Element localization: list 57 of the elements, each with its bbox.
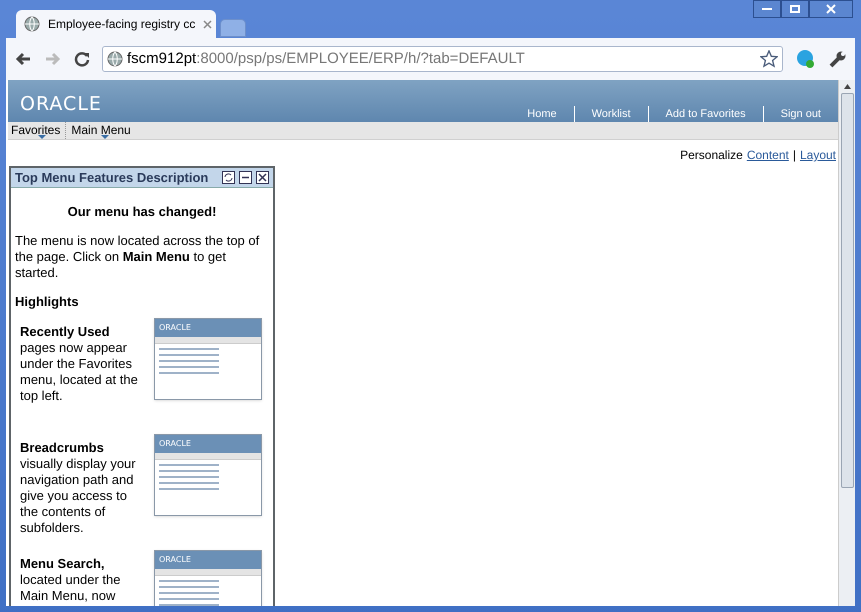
maximize-button[interactable] xyxy=(781,0,809,18)
text-line xyxy=(159,580,219,582)
thumbnail-logo: ORACLE xyxy=(159,438,191,450)
caret-icon[interactable] xyxy=(101,135,110,139)
link-separator: | xyxy=(792,147,796,164)
text-line xyxy=(159,470,219,472)
close-icon xyxy=(826,4,836,14)
pagelet-title: Top Menu Features Description xyxy=(15,168,208,187)
highlights-heading: Highlights xyxy=(15,294,80,310)
menu-item[interactable]: Favorites xyxy=(11,122,66,139)
tab-title: Employee-facing registry cc xyxy=(48,16,196,33)
address-bar[interactable]: fscm912pt:8000/psp/ps/EMPLOYEE/ERP/h/?tab=DEFAULT xyxy=(102,46,783,72)
text-line xyxy=(159,372,219,374)
text-line xyxy=(159,366,219,368)
personalize-link[interactable]: Layout xyxy=(800,146,836,164)
highlight-text: pages now appear under the Favorites menu, located at the top left. xyxy=(20,340,139,404)
text-line xyxy=(159,592,219,594)
text-line xyxy=(159,598,219,600)
text-line xyxy=(159,476,219,478)
reload-icon[interactable] xyxy=(74,51,90,67)
highlight-title: Recently Used xyxy=(20,324,111,340)
text-line xyxy=(159,604,219,606)
personalize-link[interactable]: Content xyxy=(746,146,789,164)
back-icon[interactable] xyxy=(14,51,32,67)
refresh-icon[interactable] xyxy=(222,171,235,184)
caret-icon[interactable] xyxy=(38,135,46,139)
close-icon[interactable] xyxy=(256,171,269,184)
browser-tab[interactable]: Employee-facing registry cc xyxy=(16,10,216,38)
personalize-label: Personalize xyxy=(680,147,743,164)
wrench-icon[interactable] xyxy=(827,49,847,69)
extension-icon[interactable] xyxy=(795,49,815,69)
pagelet-heading: Our menu has changed! xyxy=(66,204,218,220)
text-line xyxy=(159,482,219,484)
globe-icon xyxy=(24,16,40,32)
minimize-button[interactable] xyxy=(753,0,781,18)
text-line xyxy=(159,360,219,362)
highlight-text: located under the Main Menu, now xyxy=(20,572,122,604)
highlight-text: visually display your navigation path and give you access to the contents of subfolders. xyxy=(20,456,137,536)
text-line xyxy=(159,354,219,356)
globe-icon xyxy=(107,51,123,67)
highlight-title: Breadcrumbs xyxy=(20,440,105,456)
thumbnail-logo: ORACLE xyxy=(159,322,191,334)
thumbnail-logo: ORACLE xyxy=(159,554,191,566)
highlight-title: Menu Search, xyxy=(20,556,106,572)
header-link[interactable]: Home xyxy=(510,106,574,122)
intro-text: The menu is now located across the top of the page. Click on Main Menu to get started. xyxy=(15,233,260,281)
star-icon[interactable] xyxy=(760,50,778,68)
scroll-up-icon[interactable] xyxy=(844,84,850,89)
text-line xyxy=(159,488,219,490)
text-line xyxy=(159,464,219,466)
text-line xyxy=(159,348,219,350)
oracle-logo: ORACLE xyxy=(20,92,102,117)
text-line xyxy=(159,586,219,588)
menu-item[interactable]: Main Menu xyxy=(66,122,136,139)
close-button[interactable] xyxy=(809,0,853,18)
minimize-icon[interactable] xyxy=(239,171,252,184)
url-text: fscm912pt:8000/psp/ps/EMPLOYEE/ERP/h/?tab=DEFAULT xyxy=(127,48,525,69)
